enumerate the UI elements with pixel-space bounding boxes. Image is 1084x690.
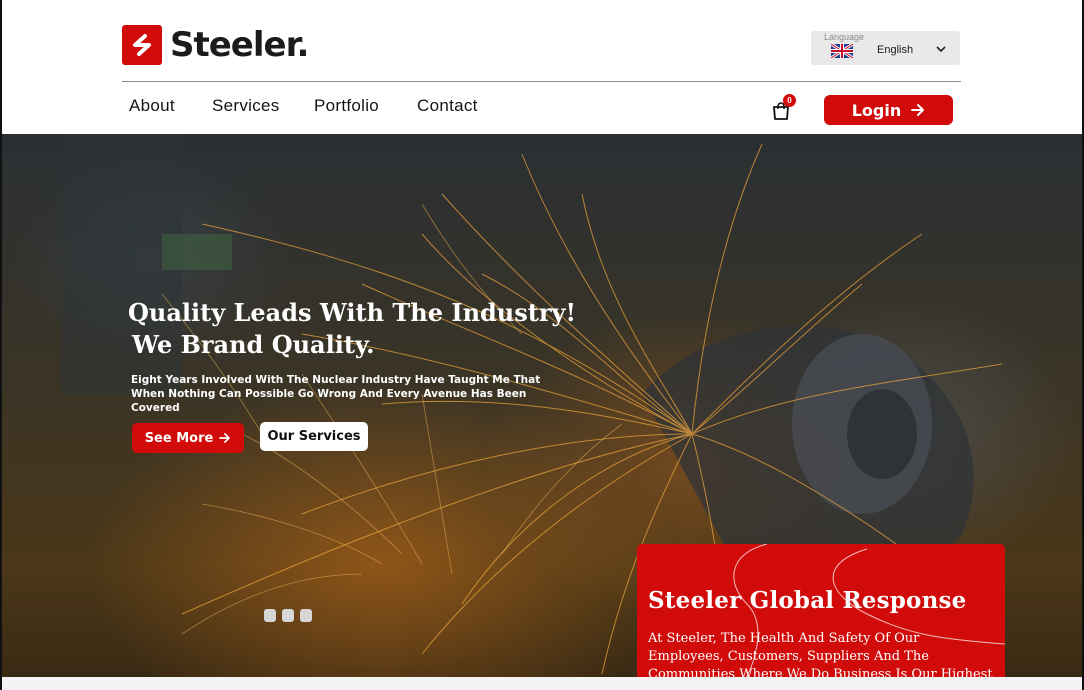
- brand-logo[interactable]: Steeler.: [122, 25, 309, 65]
- brand-name: Steeler.: [170, 25, 309, 65]
- arrow-right-icon: [219, 433, 231, 443]
- language-selector[interactable]: Language English: [811, 31, 960, 65]
- language-caption: Language: [824, 32, 865, 42]
- see-more-button[interactable]: See More: [132, 423, 244, 453]
- slider-dot-2[interactable]: [282, 609, 294, 622]
- header-divider: [122, 81, 961, 82]
- our-services-button[interactable]: Our Services: [260, 422, 368, 451]
- nav-contact[interactable]: Contact: [417, 96, 478, 116]
- login-button[interactable]: Login: [824, 95, 953, 125]
- card-title: Steeler Global Response: [648, 587, 967, 614]
- arrow-right-icon: [911, 104, 925, 116]
- hero-subtitle: Eight Years Involved With The Nuclear In…: [131, 374, 541, 414]
- uk-flag-icon: [831, 44, 853, 58]
- slider-dot-3[interactable]: [300, 609, 312, 622]
- hero-title-line2: We Brand Quality.: [132, 330, 375, 359]
- language-value: English: [877, 44, 914, 56]
- nav-about[interactable]: About: [129, 96, 175, 116]
- global-response-card: Steeler Global Response At Steeler, The …: [637, 544, 1005, 677]
- slider-dot-1[interactable]: [264, 609, 276, 622]
- slider-dots: [264, 609, 312, 622]
- nav-services[interactable]: Services: [212, 96, 280, 116]
- card-text: At Steeler, The Health And Safety Of Our…: [648, 631, 993, 677]
- chevron-down-icon: [936, 46, 946, 53]
- cart-count-badge: 0: [783, 94, 796, 107]
- see-more-label: See More: [144, 430, 214, 446]
- hero-title: Quality Leads With The Industry! We Bran…: [128, 297, 576, 361]
- hero-banner: Quality Leads With The Industry! We Bran…: [2, 134, 1082, 677]
- login-label: Login: [851, 100, 902, 120]
- logo-mark-icon: [122, 25, 162, 65]
- hero-title-line1: Quality Leads With The Industry!: [128, 298, 576, 327]
- bottom-strip: [2, 677, 1082, 690]
- nav-portfolio[interactable]: Portfolio: [314, 96, 379, 116]
